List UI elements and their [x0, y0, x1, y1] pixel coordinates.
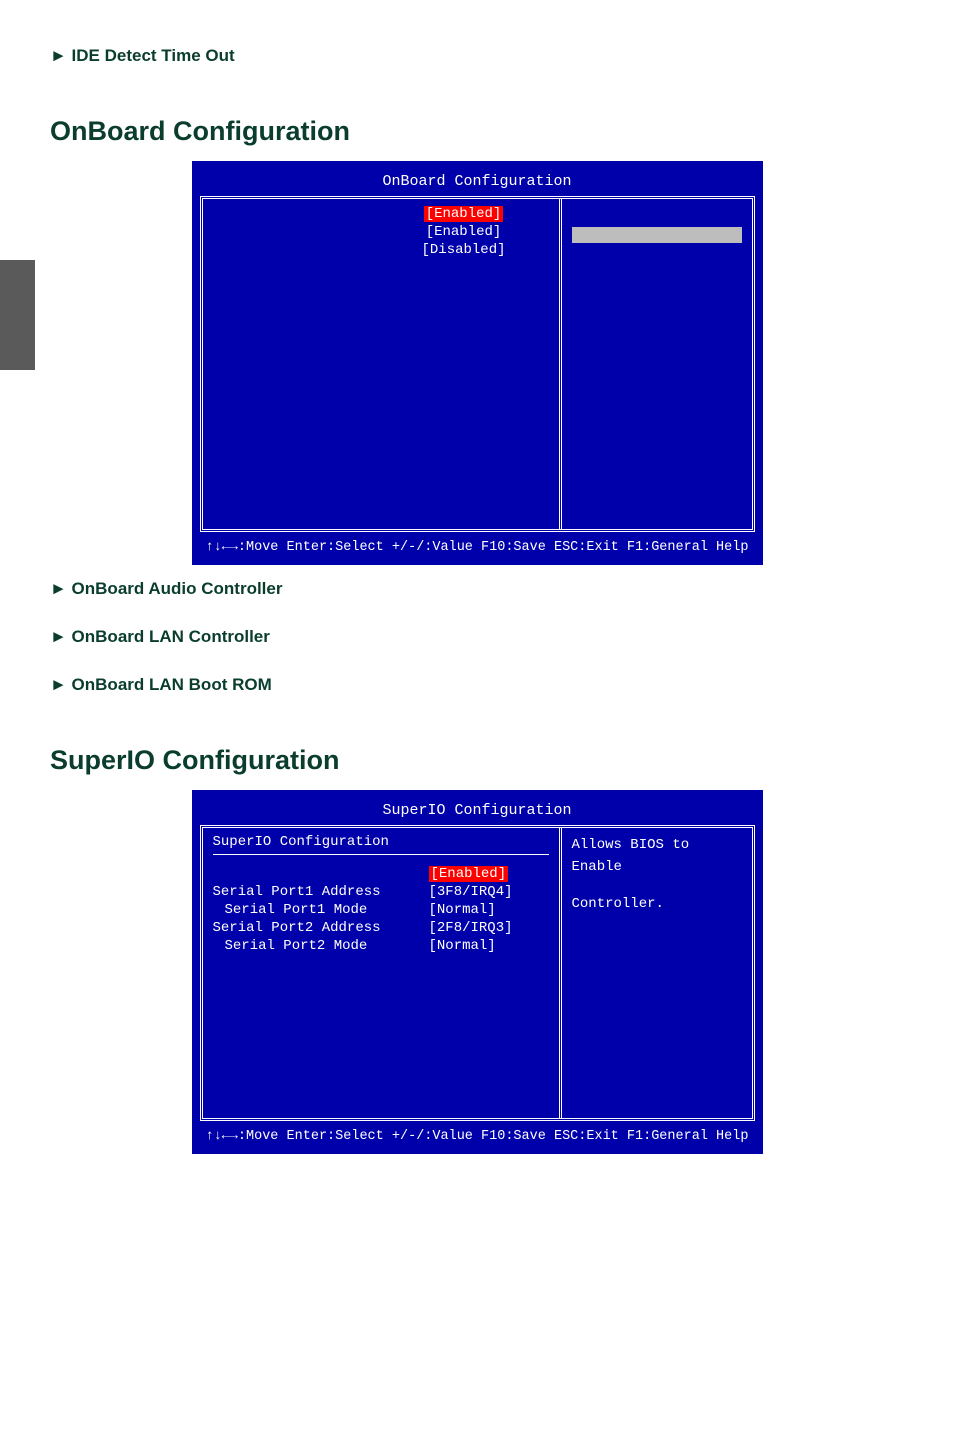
bios-footer: ↑↓←→:Move Enter:Select +/-/:Value F10:Sa… — [200, 532, 755, 557]
bios-row-value[interactable]: [2F8/IRQ3] — [429, 920, 549, 936]
bios-onboard-help-pane — [562, 199, 752, 529]
bios-superio-left-pane[interactable]: SuperIO Configuration [Enabled] Serial P… — [203, 828, 562, 1118]
bios-row-label — [213, 242, 379, 258]
footer-save: F10:Save — [481, 540, 546, 555]
bios-onboard-box: OnBoard Configuration [Enabled] [Enabled… — [192, 161, 763, 565]
onboard-audio-heading: ► OnBoard Audio Controller — [50, 579, 904, 599]
footer-exit: ESC:Exit — [554, 540, 619, 555]
footer-select: Enter:Select — [287, 540, 384, 555]
bios-row[interactable]: Serial Port1 Address [3F8/IRQ4] — [213, 883, 549, 901]
bios-row-label — [213, 224, 379, 240]
bios-row[interactable]: Serial Port1 Mode [Normal] — [213, 901, 549, 919]
footer-value: +/-/:Value — [392, 1129, 473, 1144]
bios-help-line: Allows BIOS to Enable — [572, 834, 742, 879]
onboard-lan-ctrl-heading: ► OnBoard LAN Controller — [50, 627, 904, 647]
bios-row[interactable]: [Enabled] — [213, 865, 549, 883]
bios-row-value[interactable]: [Normal] — [429, 902, 549, 918]
onboard-section-heading: OnBoard Configuration — [50, 116, 904, 147]
bios-row[interactable]: [Disabled] — [213, 241, 549, 259]
bios-row-value[interactable]: [3F8/IRQ4] — [429, 884, 549, 900]
bios-row-value[interactable]: [Disabled] — [379, 242, 549, 258]
footer-move: ↑↓←→:Move — [206, 1129, 279, 1144]
bios-row[interactable]: Serial Port2 Address [2F8/IRQ3] — [213, 919, 549, 937]
bios-row[interactable]: [Enabled] — [213, 223, 549, 241]
help-highlight-box — [572, 227, 742, 243]
bios-row-value[interactable]: [Enabled] — [429, 866, 509, 882]
bios-superio-subhead: SuperIO Configuration — [213, 834, 549, 855]
footer-help: F1:General Help — [627, 540, 749, 555]
bios-row[interactable]: Serial Port2 Mode [Normal] — [213, 937, 549, 955]
footer-save: F10:Save — [481, 1129, 546, 1144]
bios-row-label: Serial Port1 Address — [213, 884, 429, 900]
onboard-lan-boot-heading: ► OnBoard LAN Boot ROM — [50, 675, 904, 695]
bios-row-value[interactable]: [Enabled] — [424, 206, 504, 222]
bios-row-value[interactable]: [Normal] — [429, 938, 549, 954]
bios-superio-box: SuperIO Configuration SuperIO Configurat… — [192, 790, 763, 1154]
footer-help: F1:General Help — [627, 1129, 749, 1144]
bios-help-line: Controller. — [572, 893, 742, 915]
footer-exit: ESC:Exit — [554, 1129, 619, 1144]
superio-section-heading: SuperIO Configuration — [50, 745, 904, 776]
bios-row-label: Serial Port1 Mode — [213, 902, 429, 918]
footer-select: Enter:Select — [287, 1129, 384, 1144]
bios-superio-title: SuperIO Configuration — [200, 798, 755, 825]
bios-row-label — [213, 206, 379, 222]
side-tab — [0, 260, 35, 370]
bios-row[interactable]: [Enabled] — [213, 205, 549, 223]
bios-footer: ↑↓←→:Move Enter:Select +/-/:Value F10:Sa… — [200, 1121, 755, 1146]
bios-superio-help-pane: Allows BIOS to Enable Controller. — [562, 828, 752, 1118]
footer-move: ↑↓←→:Move — [206, 540, 279, 555]
ide-detect-heading: ► IDE Detect Time Out — [50, 46, 904, 66]
bios-row-label — [213, 866, 429, 882]
bios-row-label: Serial Port2 Mode — [213, 938, 429, 954]
bios-row-value[interactable]: [Enabled] — [379, 224, 549, 240]
footer-value: +/-/:Value — [392, 540, 473, 555]
bios-row-label: Serial Port2 Address — [213, 920, 429, 936]
bios-onboard-title: OnBoard Configuration — [200, 169, 755, 196]
bios-onboard-left-pane[interactable]: [Enabled] [Enabled] [Disabled] — [203, 199, 562, 529]
